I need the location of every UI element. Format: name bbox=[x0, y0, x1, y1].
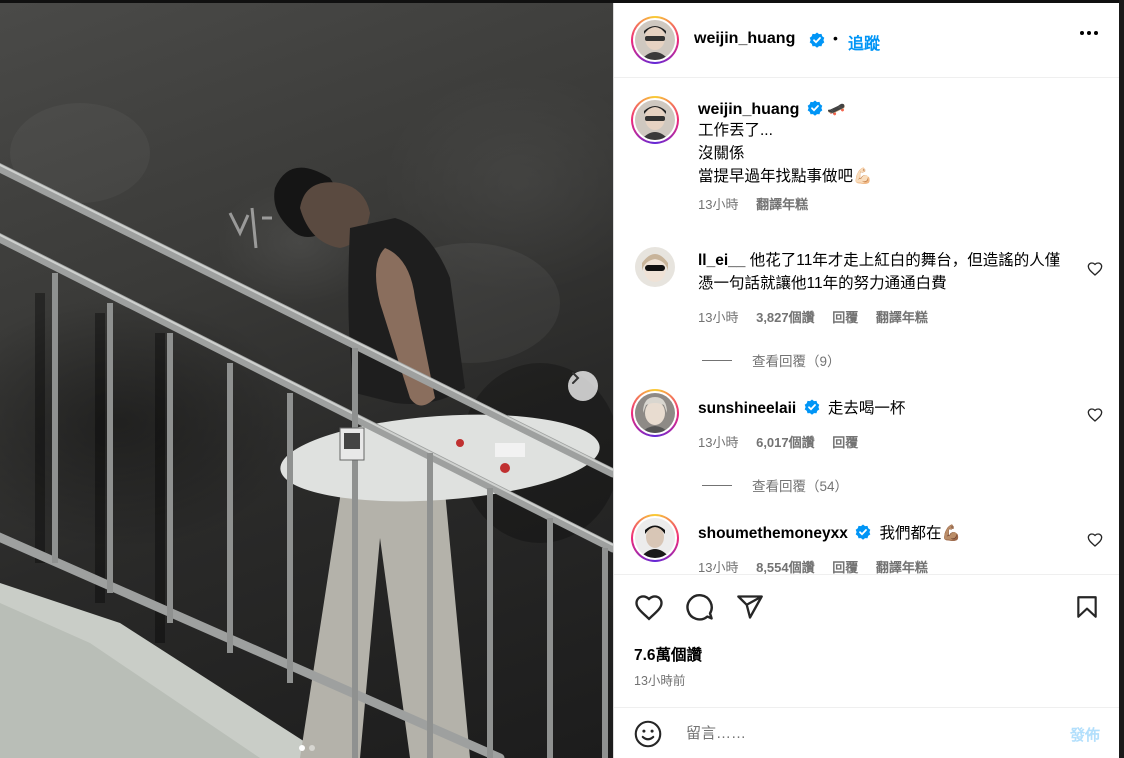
comment-time[interactable]: 13小時 bbox=[698, 435, 738, 450]
view-replies-label: 查看回覆（9） bbox=[752, 354, 841, 369]
caption-line: 沒關係 bbox=[698, 145, 745, 162]
comment-translate-link[interactable]: 翻譯年糕 bbox=[876, 560, 928, 574]
heart-icon[interactable] bbox=[634, 593, 664, 621]
caption-translate-link[interactable]: 翻譯年糕 bbox=[756, 197, 808, 212]
carousel-dot bbox=[308, 745, 315, 751]
paper-plane-icon[interactable] bbox=[735, 593, 765, 621]
comment-like-heart-icon[interactable] bbox=[1087, 532, 1103, 548]
comment-likes-count[interactable]: 8,554個讚 bbox=[756, 560, 815, 574]
likes-count[interactable]: 7.6萬個讚 bbox=[634, 643, 702, 665]
caption-avatar[interactable] bbox=[631, 96, 679, 144]
carousel-indicator bbox=[0, 745, 613, 751]
skateboard-emoji: 🛹 bbox=[827, 101, 846, 118]
comment-likes-count[interactable]: 3,827個讚 bbox=[756, 310, 815, 325]
comment-input[interactable] bbox=[684, 720, 1048, 746]
caption-username[interactable]: weijin_huang bbox=[698, 101, 799, 118]
follow-button[interactable]: 追蹤 bbox=[848, 30, 880, 54]
photo-illustration bbox=[0, 103, 613, 758]
verified-badge-icon bbox=[855, 524, 871, 541]
post-comment-button[interactable]: 發佈 bbox=[1070, 724, 1100, 745]
comment-icon[interactable] bbox=[685, 593, 714, 622]
chevron-right-icon bbox=[572, 372, 580, 384]
comment-text: 他花了11年才走上紅白的舞台，但造謠的人僅憑一句話就讓他11年的努力通通白費 bbox=[698, 252, 1061, 292]
more-options-button[interactable] bbox=[1080, 31, 1098, 35]
comments-scroll-area[interactable]: weijin_huang 🛹 工作丟了... 沒關係 當提早過年找點事做吧💪🏻 … bbox=[614, 78, 1120, 574]
view-replies-label: 查看回覆（54） bbox=[752, 479, 849, 494]
comment-reply-button[interactable]: 回覆 bbox=[832, 560, 858, 574]
comment-like-heart-icon[interactable] bbox=[1087, 261, 1103, 277]
more-dots-icon bbox=[1080, 31, 1084, 35]
post-photo[interactable] bbox=[0, 3, 613, 758]
header-separator: • bbox=[833, 30, 838, 46]
comment-like-heart-icon[interactable] bbox=[1087, 407, 1103, 423]
comment-avatar[interactable] bbox=[635, 247, 675, 287]
next-photo-button[interactable] bbox=[568, 371, 598, 401]
avatar bbox=[635, 100, 675, 140]
verified-badge-icon bbox=[809, 32, 825, 48]
verified-badge-icon bbox=[807, 100, 823, 116]
post-time[interactable]: 13小時前 bbox=[634, 670, 685, 689]
caption-line: 工作丟了... bbox=[698, 122, 773, 139]
comment-reply-button[interactable]: 回覆 bbox=[832, 435, 858, 450]
comment-username[interactable]: shoumethemoneyxx bbox=[698, 525, 848, 542]
comment-avatar[interactable] bbox=[631, 514, 679, 562]
comment-username[interactable]: sunshineelaii bbox=[698, 400, 796, 417]
carousel-dot bbox=[298, 745, 305, 751]
comment-translate-link[interactable]: 翻譯年糕 bbox=[876, 310, 928, 325]
avatar bbox=[635, 20, 675, 60]
comment-time[interactable]: 13小時 bbox=[698, 310, 738, 325]
comment-avatar[interactable] bbox=[631, 389, 679, 437]
comment-username[interactable]: ll_ei__ bbox=[698, 252, 745, 269]
avatar bbox=[635, 393, 675, 433]
author-username[interactable]: weijin_huang bbox=[694, 30, 795, 48]
view-replies-button[interactable]: 查看回覆（54） bbox=[702, 475, 848, 495]
bookmark-icon[interactable] bbox=[1074, 593, 1100, 621]
avatar bbox=[635, 518, 675, 558]
comment-text: 走去喝一杯 bbox=[827, 400, 906, 417]
view-replies-button[interactable]: 查看回覆（9） bbox=[702, 350, 841, 370]
comment-reply-button[interactable]: 回覆 bbox=[832, 310, 858, 325]
comment-composer: 發佈 bbox=[614, 707, 1120, 758]
post-details-panel: weijin_huang • 追蹤 weijin_huang 🛹 工作丟了...… bbox=[613, 3, 1120, 758]
post-header: weijin_huang • 追蹤 bbox=[614, 3, 1120, 78]
comment-text: 我們都在💪🏽 bbox=[879, 525, 961, 542]
comment-likes-count[interactable]: 6,017個讚 bbox=[756, 435, 815, 450]
post-actions: 7.6萬個讚 13小時前 bbox=[614, 574, 1120, 706]
emoji-smiley-icon[interactable] bbox=[634, 720, 662, 748]
verified-badge-icon bbox=[804, 399, 819, 416]
author-avatar[interactable] bbox=[631, 16, 679, 64]
avatar bbox=[635, 247, 675, 287]
caption-time[interactable]: 13小時 bbox=[698, 197, 738, 212]
caption-line: 當提早過年找點事做吧💪🏻 bbox=[698, 168, 873, 185]
comment-time[interactable]: 13小時 bbox=[698, 560, 738, 574]
